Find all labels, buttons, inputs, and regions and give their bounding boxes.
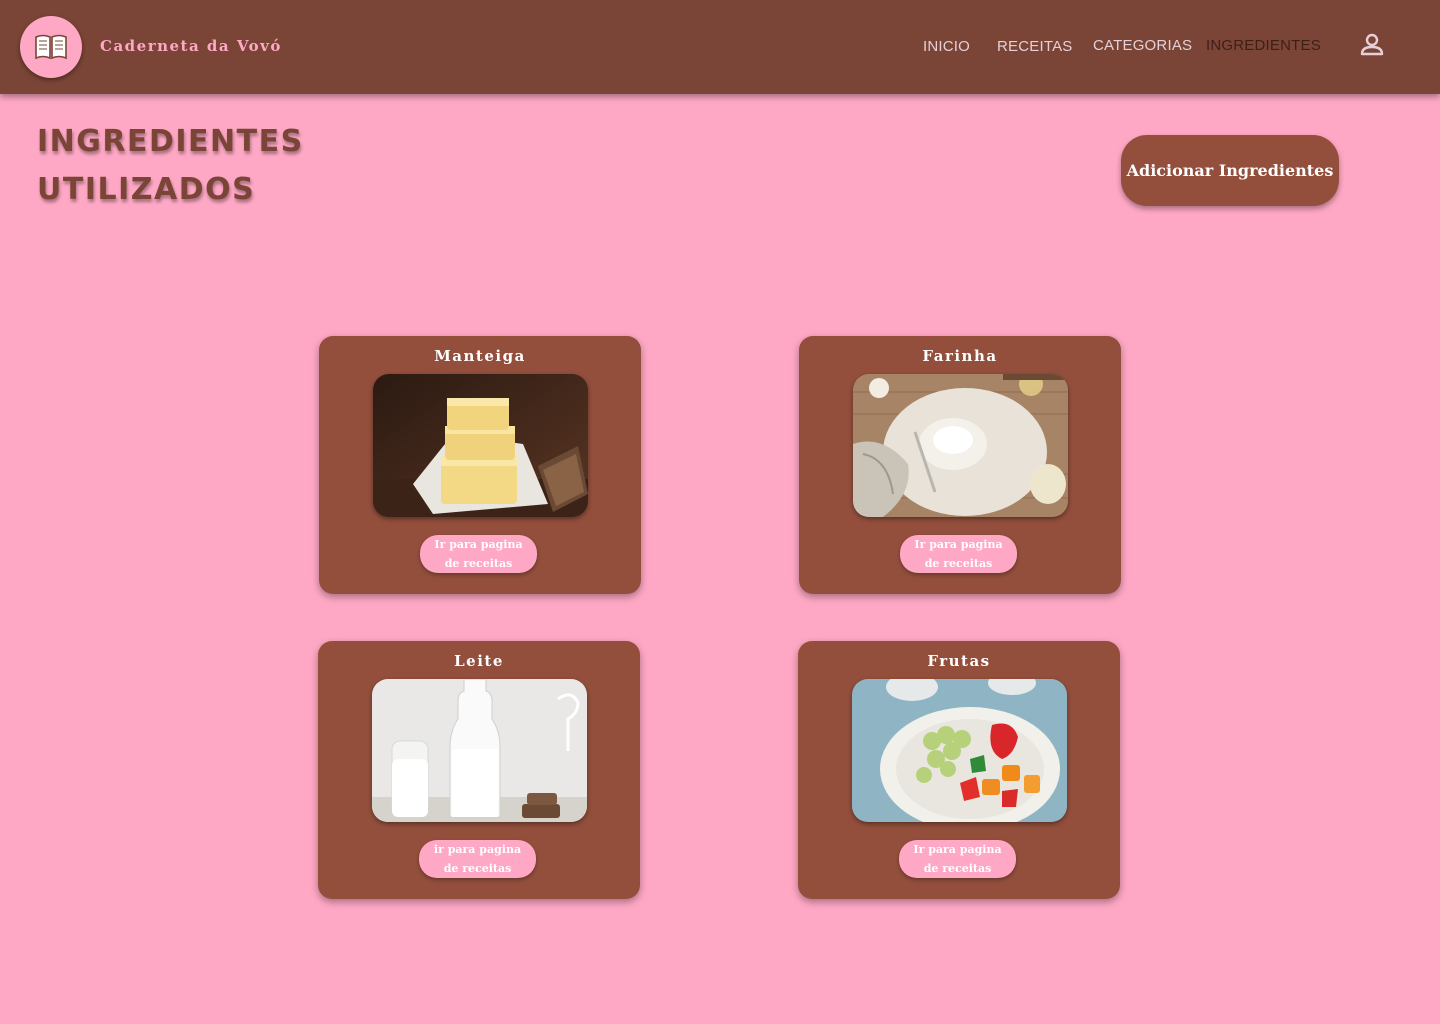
logo-button[interactable] <box>20 16 82 78</box>
ingredient-name: Manteiga <box>434 347 526 365</box>
ingredient-card: Farinha Ir para pagina de receitas <box>799 336 1121 594</box>
ingredient-name: Farinha <box>922 347 998 365</box>
top-navigation-bar: Caderneta da Vovó INICIO RECEITAS CATEGO… <box>0 0 1440 94</box>
nav-receitas[interactable]: RECEITAS <box>997 38 1073 55</box>
nav-categorias[interactable]: CATEGORIAS <box>1093 37 1192 54</box>
open-book-icon <box>35 34 67 60</box>
flour-photo <box>853 374 1068 517</box>
nav-inicio[interactable]: INICIO <box>923 38 970 55</box>
ingredient-name: Leite <box>454 652 504 670</box>
page-title-line2: UTILIZADOS <box>37 172 256 207</box>
user-icon[interactable] <box>1358 31 1386 63</box>
page-title: INGREDIENTES UTILIZADOS <box>37 118 304 214</box>
fruits-photo <box>852 679 1067 822</box>
add-ingredients-button[interactable]: Adicionar Ingredientes <box>1121 135 1339 206</box>
ingredient-card: Manteiga Ir para pagina de receitas <box>319 336 641 594</box>
butter-photo <box>373 374 588 517</box>
go-to-recipes-button[interactable]: Ir para pagina de receitas <box>420 535 537 573</box>
ingredient-card: Leite ir para pagina de receitas <box>318 641 640 899</box>
go-to-recipes-button[interactable]: Ir para pagina de receitas <box>899 840 1016 878</box>
go-to-recipes-button[interactable]: ir para pagina de receitas <box>419 840 536 878</box>
go-to-recipes-button[interactable]: Ir para pagina de receitas <box>900 535 1017 573</box>
ingredient-card: Frutas Ir para pagina de receitas <box>798 641 1120 899</box>
page-title-line1: INGREDIENTES <box>37 124 304 159</box>
ingredient-name: Frutas <box>927 652 991 670</box>
brand-name: Caderneta da Vovó <box>100 37 282 55</box>
nav-ingredientes[interactable]: INGREDIENTES <box>1206 37 1321 54</box>
milk-photo <box>372 679 587 822</box>
